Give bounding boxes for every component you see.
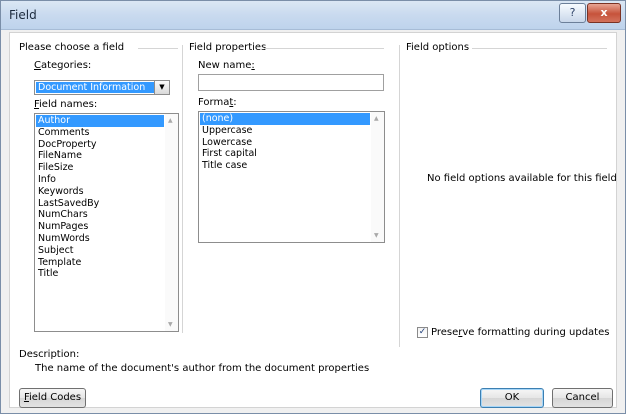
field-properties-group-title: Field properties	[189, 42, 267, 53]
field-name-list-item[interactable]: NumChars	[36, 209, 164, 221]
no-options-message: No field options available for this fiel…	[427, 173, 617, 184]
format-list-item[interactable]: Lowercase	[200, 137, 370, 149]
preserve-formatting-label[interactable]: Preserve formatting during updates	[431, 327, 609, 338]
choose-field-group-title: Please choose a field	[19, 42, 125, 53]
group-separator-left	[182, 45, 183, 333]
format-list-item[interactable]: Title case	[200, 160, 370, 172]
field-name-list-item[interactable]: LastSavedBy	[36, 198, 164, 210]
help-icon: ?	[569, 6, 576, 19]
field-name-list-item[interactable]: FileName	[36, 150, 164, 162]
field-name-list-item[interactable]: Title	[36, 268, 164, 280]
help-button[interactable]: ?	[559, 3, 586, 23]
chevron-down-icon[interactable]: ▼	[154, 81, 169, 94]
ok-button[interactable]: OK	[480, 388, 544, 408]
new-name-label: New name:	[198, 60, 255, 71]
format-list-item[interactable]: Uppercase	[200, 125, 370, 137]
scroll-down-arrow-icon[interactable]: ▼	[374, 232, 379, 239]
cancel-button[interactable]: Cancel	[552, 388, 613, 408]
field-name-list-item[interactable]: DocProperty	[36, 139, 164, 151]
preserve-formatting-checkbox[interactable]: ✓	[417, 327, 428, 338]
field-names-listbox[interactable]: Author Comments DocProperty FileName FileSiz…	[34, 113, 179, 332]
field-name-list-item[interactable]: Info	[36, 174, 164, 186]
close-button[interactable]: x	[587, 3, 621, 23]
close-icon: x	[600, 6, 608, 19]
field-name-list-item[interactable]: Template	[36, 257, 164, 269]
format-listbox[interactable]: (none) Uppercase Lowercase First capital Tit…	[198, 111, 385, 243]
categories-dropdown[interactable]: Document Information ▼	[34, 80, 170, 95]
categories-selected-value: Document Information	[36, 82, 155, 93]
scroll-down-arrow-icon[interactable]: ▼	[168, 321, 173, 328]
field-names-label: Field names:	[34, 99, 98, 110]
field-name-list-item[interactable]: Comments	[36, 127, 164, 139]
field-properties-divider	[264, 48, 384, 49]
format-list-item[interactable]: (none)	[200, 113, 370, 125]
group-separator-right	[399, 45, 400, 347]
field-name-list-item[interactable]: Keywords	[36, 186, 164, 198]
field-name-list-item[interactable]: Subject	[36, 245, 164, 257]
field-codes-button[interactable]: Field Codes	[19, 388, 86, 408]
field-name-list-item[interactable]: NumWords	[36, 233, 164, 245]
field-names-scrollbar[interactable]: ▲ ▼	[165, 114, 178, 331]
field-options-divider	[472, 48, 607, 49]
categories-label: Categories:	[34, 60, 92, 71]
title-bar[interactable]: Field ? x	[1, 1, 625, 30]
format-list-item[interactable]: First capital	[200, 148, 370, 160]
dialog-body: Please choose a field Categories: Docume…	[9, 32, 617, 408]
new-name-input[interactable]	[198, 74, 384, 91]
choose-field-divider	[138, 48, 178, 49]
scroll-up-arrow-icon[interactable]: ▲	[168, 117, 173, 124]
format-label: Format:	[198, 97, 237, 108]
checkmark-icon: ✓	[418, 327, 427, 337]
window-title: Field	[9, 8, 37, 22]
description-label: Description:	[19, 349, 80, 360]
field-name-list-item[interactable]: Author	[36, 115, 164, 127]
field-options-group-title: Field options	[406, 42, 470, 53]
field-name-list-item[interactable]: NumPages	[36, 221, 164, 233]
format-scrollbar[interactable]: ▲ ▼	[371, 112, 384, 242]
field-name-list-item[interactable]: FileSize	[36, 162, 164, 174]
scroll-up-arrow-icon[interactable]: ▲	[374, 115, 379, 122]
description-text: The name of the document's author from t…	[35, 363, 370, 374]
field-dialog: Field ? x Please choose a field Categori…	[0, 0, 626, 414]
